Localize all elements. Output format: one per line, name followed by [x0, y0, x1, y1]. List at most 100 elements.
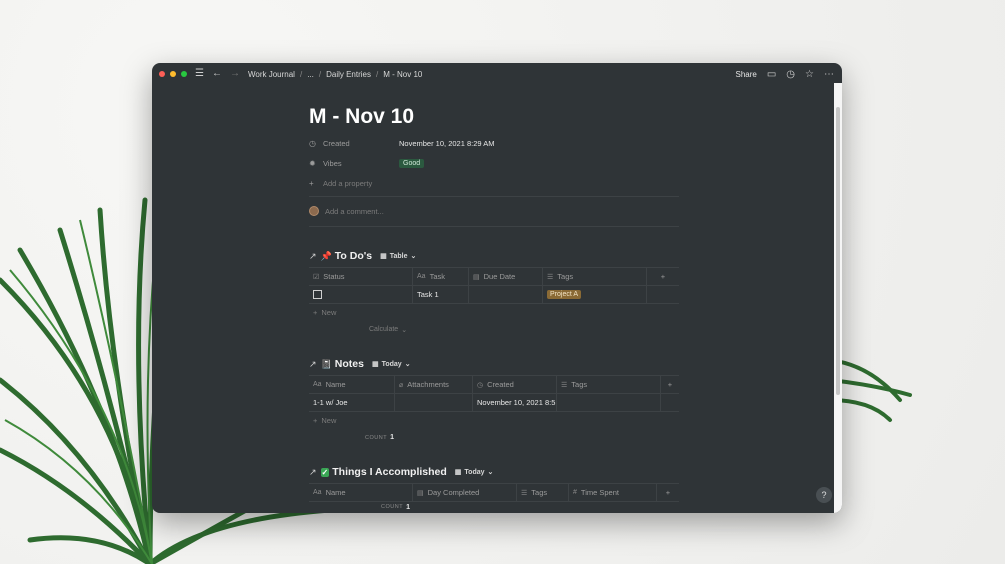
more-icon[interactable]: ⋯ [824, 69, 834, 80]
add-column-button[interactable]: + [657, 484, 679, 501]
list-icon: ☰ [547, 273, 554, 281]
tag-badge[interactable]: Project A [547, 290, 582, 299]
section-title[interactable]: To Do's [335, 250, 372, 262]
section-title[interactable]: Things I Accomplished [332, 466, 447, 478]
maximize-window-button[interactable] [181, 71, 187, 77]
table-icon: ▦ [371, 361, 379, 368]
status-checkbox[interactable] [313, 290, 322, 299]
breadcrumb-item-work-journal[interactable]: Work Journal [248, 70, 295, 79]
add-column-button[interactable]: + [661, 376, 679, 393]
name-cell[interactable]: 1-1 w/ Joe [309, 394, 395, 411]
empty-cell [661, 394, 679, 411]
due-date-cell[interactable] [469, 286, 543, 303]
comment-icon[interactable]: ▭ [767, 69, 776, 80]
calculate-label: Calculate [369, 326, 399, 333]
column-header-task[interactable]: Aa Task [413, 268, 469, 285]
palm-leaf-right-decoration [830, 358, 912, 422]
add-property-label: Add a property [323, 178, 373, 188]
column-header-name[interactable]: Aa Name [309, 484, 413, 501]
back-arrow-icon[interactable]: ← [212, 69, 222, 79]
created-cell[interactable]: November 10, 2021 8:5 [473, 394, 557, 411]
scrollbar-thumb[interactable] [836, 107, 840, 395]
table-header-row: ☑ Status Aa Task ▤ Due Date ☰ Tags + [309, 267, 679, 286]
view-label: Today [464, 468, 485, 476]
section-title[interactable]: Notes [335, 358, 364, 370]
tags-cell[interactable]: Project A [543, 286, 647, 303]
breadcrumb-item-daily-entries[interactable]: Daily Entries [326, 70, 371, 79]
view-selector[interactable]: ▦ Today ⌄ [454, 468, 494, 477]
column-header-label: Tags [531, 488, 548, 497]
count-summary[interactable]: COUNT 1 [309, 429, 679, 446]
list-icon: ☰ [521, 489, 528, 497]
attachments-cell[interactable] [395, 394, 473, 411]
help-button[interactable]: ? [816, 487, 832, 503]
column-header-status[interactable]: ☑ Status [309, 268, 413, 285]
column-header-label: Task [429, 272, 445, 281]
menu-icon[interactable]: ☰ [195, 69, 204, 79]
link-arrow-icon[interactable]: ↗ [309, 251, 317, 262]
column-header-name[interactable]: Aa Name [309, 376, 395, 393]
link-arrow-icon[interactable]: ↗ [309, 359, 317, 370]
count-summary[interactable]: COUNT 1 [309, 502, 679, 512]
tags-cell[interactable] [557, 394, 661, 411]
status-cell[interactable] [309, 286, 413, 303]
calculate-button[interactable]: Calculate ⌄ [309, 321, 679, 338]
task-cell[interactable]: Task 1 [413, 286, 469, 303]
star-icon[interactable]: ☆ [805, 69, 814, 80]
status-badge[interactable]: Good [399, 158, 425, 168]
page-title[interactable]: M - Nov 10 [309, 105, 414, 129]
column-header-label: Tags [571, 380, 588, 389]
column-header-due-date[interactable]: ▤ Due Date [469, 268, 543, 285]
comment-input[interactable]: Add a comment... [309, 206, 384, 216]
count-label: COUNT [365, 434, 388, 441]
text-icon: Aa [313, 381, 322, 388]
breadcrumb-separator: / [318, 69, 322, 79]
column-header-created[interactable]: ◷ Created [473, 376, 557, 393]
calendar-icon: ▤ [473, 273, 480, 281]
view-selector[interactable]: ▦ Today ⌄ [371, 360, 411, 369]
column-header-time-spent[interactable]: # Time Spent [569, 484, 657, 501]
minimize-window-button[interactable] [170, 71, 176, 77]
breadcrumb-item-current[interactable]: M - Nov 10 [383, 70, 422, 79]
window-controls [159, 71, 187, 77]
column-header-tags[interactable]: ☰ Tags [543, 268, 647, 285]
forward-arrow-icon[interactable]: → [230, 69, 240, 79]
avatar [309, 206, 319, 216]
property-name[interactable]: Created [323, 139, 399, 148]
new-row-label: New [321, 416, 337, 425]
title-bar-actions: Share ▭ ◷ ☆ ⋯ [735, 63, 834, 85]
new-row-button[interactable]: + New [309, 304, 679, 321]
history-clock-icon[interactable]: ◷ [786, 69, 795, 80]
text-icon: Aa [417, 273, 426, 280]
number-icon: # [573, 489, 577, 496]
view-selector[interactable]: ▦ Table ⌄ [380, 252, 416, 261]
column-header-tags[interactable]: ☰ Tags [557, 376, 661, 393]
count-value: 1 [390, 434, 395, 441]
column-header-tags[interactable]: ☰ Tags [517, 484, 569, 501]
table-header-row: Aa Name ⌀ Attachments ◷ Created ☰ Tags + [309, 375, 679, 394]
table-row[interactable]: 1-1 w/ Joe November 10, 2021 8:5 [309, 393, 679, 412]
column-header-day-completed[interactable]: ▤ Day Completed [413, 484, 517, 501]
breadcrumb-item-ellipsis[interactable]: ... [307, 70, 314, 79]
column-header-attachments[interactable]: ⌀ Attachments [395, 376, 473, 393]
empty-cell [647, 286, 679, 303]
link-arrow-icon[interactable]: ↗ [309, 467, 317, 478]
gear-icon: ✹ [309, 158, 316, 168]
app-window: ☰ ← → Work Journal / ... / Daily Entries… [152, 63, 842, 513]
share-button[interactable]: Share [735, 70, 756, 79]
calendar-icon: ▤ [417, 489, 424, 497]
notes-table: Aa Name ⌀ Attachments ◷ Created ☰ Tags + [309, 375, 679, 446]
property-name[interactable]: Vibes [323, 159, 399, 168]
table-icon: ▦ [454, 469, 462, 476]
add-property-button[interactable]: + Add a property [309, 176, 679, 190]
title-bar: ☰ ← → Work Journal / ... / Daily Entries… [152, 63, 842, 85]
scrollbar[interactable] [834, 83, 842, 513]
column-header-label: Day Completed [427, 488, 480, 497]
column-header-label: Name [325, 488, 346, 497]
new-row-button[interactable]: + New [309, 412, 679, 429]
plus-icon: + [665, 488, 671, 497]
table-row[interactable]: Task 1 Project A [309, 285, 679, 304]
pushpin-icon: 📌 [320, 250, 332, 261]
close-window-button[interactable] [159, 71, 165, 77]
add-column-button[interactable]: + [647, 268, 679, 285]
